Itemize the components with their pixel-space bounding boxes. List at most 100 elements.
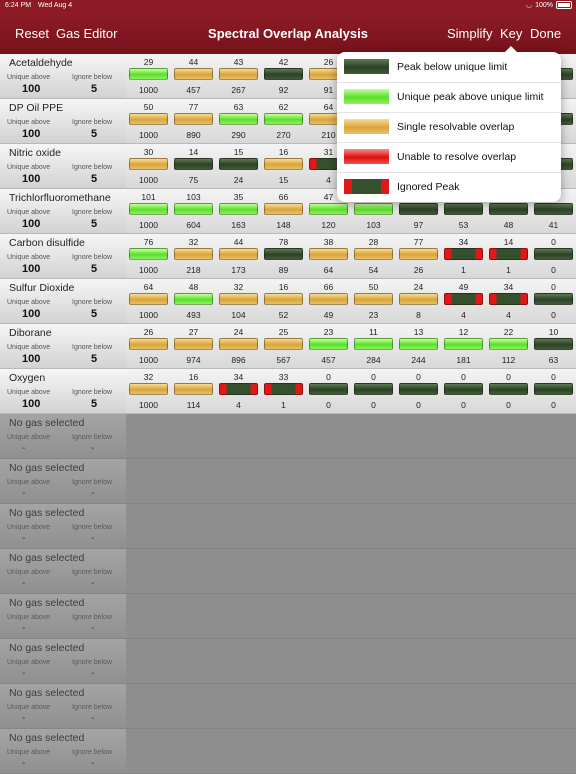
peak-cell[interactable]: 00 [441,369,486,413]
gas-label-panel[interactable]: No gas selected Unique above Ignore below -… [0,459,126,504]
unique-above-value[interactable]: - [22,623,25,634]
ignore-below-value[interactable]: - [91,758,94,769]
gas-label-panel[interactable]: Acetaldehyde Unique above Ignore below 100 5 [0,54,126,99]
peak-cell[interactable]: 32 1000 [126,369,171,413]
peak-cell[interactable]: 10 63 [531,324,576,368]
peak-cell[interactable]: 103 604 [171,189,216,233]
simplify-button[interactable]: Simplify [447,26,493,41]
peak-cell[interactable]: 50 1000 [126,99,171,143]
peak-cell[interactable]: 38 64 [306,234,351,278]
ignore-below-value[interactable]: 5 [91,173,97,185]
peak-cell[interactable]: 00 [531,369,576,413]
unique-above-value[interactable]: 100 [22,173,40,185]
peak-cell[interactable]: 24 896 [216,324,261,368]
ignore-below-value[interactable]: - [91,623,94,634]
peak-cell[interactable]: 48 493 [171,279,216,323]
unique-above-value[interactable]: 100 [22,308,40,320]
gas-label-panel[interactable]: No gas selected Unique above Ignore below -… [0,684,126,729]
ignore-below-value[interactable]: - [91,713,94,724]
gas-label-panel[interactable]: No gas selected Unique above Ignore below -… [0,414,126,459]
unique-above-value[interactable]: - [22,443,25,454]
ignore-below-value[interactable]: 5 [91,83,97,95]
ignore-below-value[interactable]: 5 [91,308,97,320]
peak-cell[interactable]: 50 23 [351,279,396,323]
peak-cell[interactable]: 00 [306,369,351,413]
peak-cell[interactable]: 78 89 [261,234,306,278]
ignore-below-value[interactable]: - [91,668,94,679]
unique-above-value[interactable]: - [22,578,25,589]
gas-label-panel[interactable]: No gas selected Unique above Ignore below -… [0,549,126,594]
peak-cell[interactable]: 24 8 [396,279,441,323]
ignore-below-value[interactable]: - [91,443,94,454]
peak-cell[interactable]: 63 290 [216,99,261,143]
peak-cell[interactable]: 44 173 [216,234,261,278]
gas-label-panel[interactable]: No gas selected Unique above Ignore below -… [0,594,126,639]
peak-cell[interactable]: 00 [486,369,531,413]
gas-label-panel[interactable]: DP Oil PPE Unique above Ignore below 100 5 [0,99,126,144]
peak-cell[interactable]: 49 4 [441,279,486,323]
peak-cell[interactable]: 29 1000 [126,54,171,98]
peak-cell[interactable]: 16 52 [261,279,306,323]
unique-above-value[interactable]: 100 [22,263,40,275]
unique-above-value[interactable]: - [22,488,25,499]
unique-above-value[interactable]: 100 [22,83,40,95]
peak-cell[interactable]: 11 284 [351,324,396,368]
unique-above-value[interactable]: 100 [22,128,40,140]
peak-cell[interactable]: 14 1 [486,234,531,278]
peak-cell[interactable]: 66 49 [306,279,351,323]
ignore-below-value[interactable]: 5 [91,353,97,365]
peak-cell[interactable]: 00 [351,369,396,413]
peak-cell[interactable]: 23 457 [306,324,351,368]
peak-cell[interactable]: 00 [396,369,441,413]
unique-above-value[interactable]: - [22,713,25,724]
peak-cell[interactable]: 25 567 [261,324,306,368]
ignore-below-value[interactable]: 5 [91,263,97,275]
peak-cell[interactable]: 64 1000 [126,279,171,323]
gas-label-panel[interactable]: No gas selected Unique above Ignore below -… [0,504,126,549]
peak-cell[interactable]: 34 4 [216,369,261,413]
peak-cell[interactable]: 26 1000 [126,324,171,368]
peak-cell[interactable]: 16 114 [171,369,216,413]
gas-label-panel[interactable]: Diborane Unique above Ignore below 100 5 [0,324,126,369]
peak-cell[interactable]: 77 890 [171,99,216,143]
peak-cell[interactable]: 35 163 [216,189,261,233]
done-button[interactable]: Done [530,26,561,41]
peak-cell[interactable]: 28 54 [351,234,396,278]
unique-above-value[interactable]: - [22,668,25,679]
peak-cell[interactable]: 76 1000 [126,234,171,278]
peak-cell[interactable]: 42 92 [261,54,306,98]
peak-cell[interactable]: 30 1000 [126,144,171,188]
peak-cell[interactable]: 14 75 [171,144,216,188]
peak-cell[interactable]: 32 104 [216,279,261,323]
peak-cell[interactable]: 34 1 [441,234,486,278]
ignore-below-value[interactable]: 5 [91,218,97,230]
peak-cell[interactable]: 43 267 [216,54,261,98]
gas-label-panel[interactable]: No gas selected Unique above Ignore below -… [0,639,126,684]
peak-cell[interactable]: 15 24 [216,144,261,188]
unique-above-value[interactable]: 100 [22,398,40,410]
peak-cell[interactable]: 33 1 [261,369,306,413]
ignore-below-value[interactable]: - [91,533,94,544]
gas-label-panel[interactable]: Sulfur Dioxide Unique above Ignore below 10… [0,279,126,324]
peak-cell[interactable]: 101 1000 [126,189,171,233]
peak-cell[interactable]: 00 [531,279,576,323]
peak-cell[interactable]: 27 974 [171,324,216,368]
peak-cell[interactable]: 12 181 [441,324,486,368]
peak-cell[interactable]: 32 218 [171,234,216,278]
gas-label-panel[interactable]: Trichlorfluoromethane Unique above Ignore … [0,189,126,234]
peak-cell[interactable]: 34 4 [486,279,531,323]
peak-cell[interactable]: 13 244 [396,324,441,368]
key-button[interactable]: Key [500,26,522,41]
unique-above-value[interactable]: 100 [22,353,40,365]
ignore-below-value[interactable]: - [91,488,94,499]
peak-cell[interactable]: 44 457 [171,54,216,98]
peak-cell[interactable]: 62 270 [261,99,306,143]
unique-above-value[interactable]: - [22,533,25,544]
ignore-below-value[interactable]: - [91,578,94,589]
gas-label-panel[interactable]: No gas selected Unique above Ignore below -… [0,729,126,774]
ignore-below-value[interactable]: 5 [91,398,97,410]
gas-label-panel[interactable]: Oxygen Unique above Ignore below 100 5 [0,369,126,414]
ignore-below-value[interactable]: 5 [91,128,97,140]
peak-cell[interactable]: 66 148 [261,189,306,233]
gas-label-panel[interactable]: Nitric oxide Unique above Ignore below 100 5 [0,144,126,189]
